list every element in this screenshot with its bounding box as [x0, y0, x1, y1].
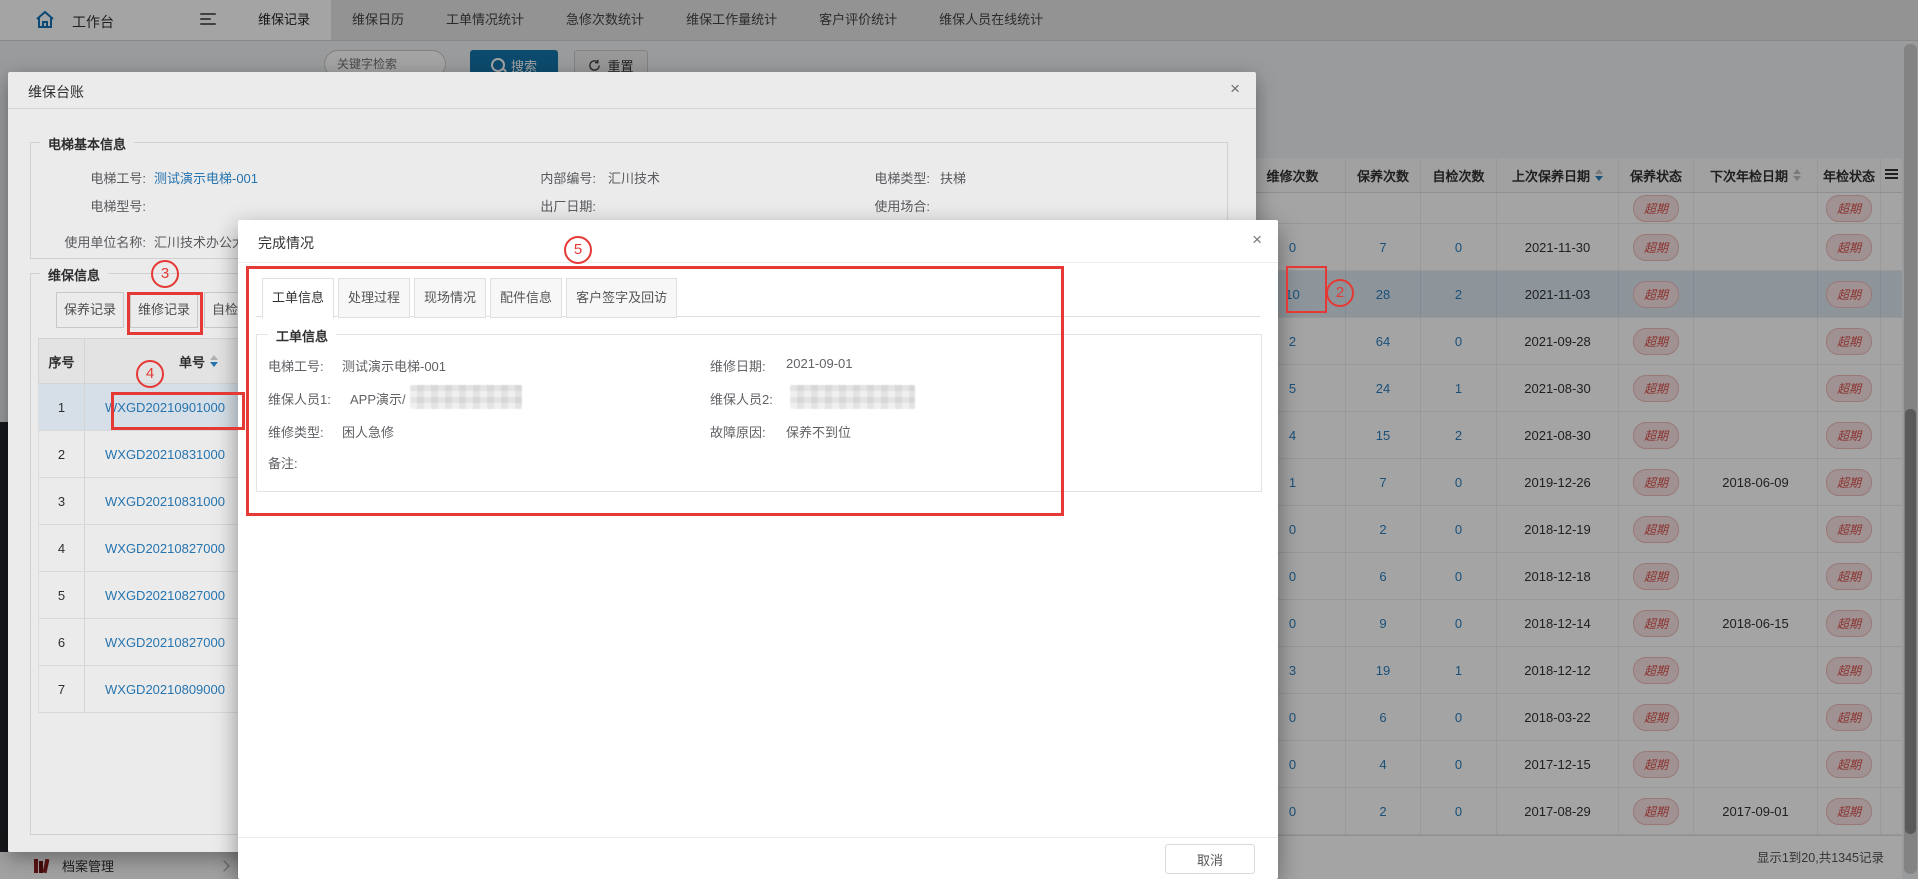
wo-staff1-label: 维保人员1: — [268, 392, 331, 407]
wo-repair-type-value: 困人急修 — [342, 425, 395, 440]
wo-staff2-label: 维保人员2: — [710, 392, 773, 407]
wo-remark-label: 备注: — [268, 456, 298, 471]
redacted-name — [790, 385, 915, 409]
wo-staff1-value: APP演示/ — [350, 392, 406, 407]
completion-modal: 完成情况 × 工单信息 处理过程 现场情况 配件信息 客户签字及回访 工单信息 … — [238, 220, 1278, 879]
wo-fault-reason-value: 保养不到位 — [786, 425, 852, 440]
wo-elevator-no-value: 测试演示电梯-001 — [342, 359, 447, 374]
wo-fault-reason-label: 故障原因: — [710, 425, 766, 440]
screen: 工作台 维保记录 维保日历 工单情况统计 急修次数统计 维保工作量统计 客户评价… — [0, 0, 1918, 879]
completion-tab[interactable]: 客户签字及回访 — [566, 278, 678, 318]
completion-tabs: 工单信息 处理过程 现场情况 配件信息 客户签字及回访 — [262, 278, 678, 319]
wo-elevator-no-label: 电梯工号: — [268, 359, 324, 374]
wo-repair-date-value: 2021-09-01 — [786, 356, 853, 371]
completion-tab[interactable]: 工单信息 — [262, 278, 335, 319]
completion-tab[interactable]: 现场情况 — [414, 278, 487, 318]
completion-tab[interactable]: 配件信息 — [490, 278, 563, 318]
completion-modal-footer: 取消 — [238, 837, 1278, 879]
completion-modal-title: 完成情况 — [258, 235, 314, 251]
redacted-name — [410, 385, 522, 409]
wo-repair-date-label: 维修日期: — [710, 359, 766, 374]
work-order-legend: 工单信息 — [268, 326, 337, 345]
completion-tab[interactable]: 处理过程 — [338, 278, 411, 318]
completion-modal-header: 完成情况 × — [238, 220, 1278, 263]
close-icon[interactable]: × — [1252, 231, 1262, 248]
cancel-button[interactable]: 取消 — [1165, 844, 1255, 874]
wo-repair-type-label: 维修类型: — [268, 425, 324, 440]
